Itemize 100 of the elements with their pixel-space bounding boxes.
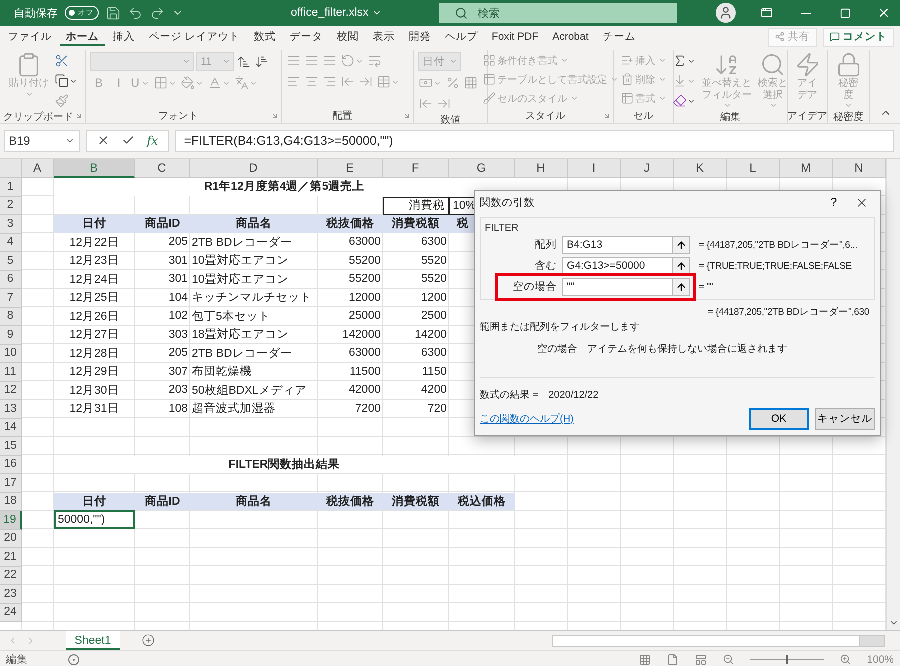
- column-header[interactable]: I: [568, 159, 621, 178]
- table-format-icon: [482, 73, 496, 86]
- collapse-dialog-button[interactable]: [672, 258, 689, 274]
- dialog-launcher-icon[interactable]: [403, 112, 411, 120]
- menu-tab[interactable]: ヘルプ: [438, 28, 484, 46]
- column-header[interactable]: D: [190, 159, 318, 178]
- insert-function-button[interactable]: fx: [147, 134, 158, 148]
- search-icon: [454, 6, 468, 20]
- formula-field[interactable]: =FILTER(B4:G13,G4:G13>=50000,""): [175, 130, 894, 152]
- paintbrush-icon: [55, 94, 69, 108]
- sheet-cell-text: 6300: [420, 346, 448, 362]
- sheet-cell-text: 12月30日: [68, 384, 120, 399]
- comment-button[interactable]: コメント: [823, 28, 894, 46]
- dialog-button[interactable]: キャンセル: [815, 408, 875, 430]
- menu-tab[interactable]: Acrobat: [546, 29, 595, 45]
- wrap-text-icon: [368, 54, 382, 68]
- undo-icon[interactable]: [128, 6, 143, 20]
- horizontal-scrollbar[interactable]: [552, 634, 885, 646]
- row-header[interactable]: 18: [0, 492, 22, 511]
- argument-field[interactable]: "": [562, 278, 690, 296]
- zoom-out-icon[interactable]: [723, 654, 734, 665]
- zoom-thumb[interactable]: [786, 655, 788, 664]
- row-header[interactable]: 16: [0, 456, 22, 474]
- row-header[interactable]: 24: [0, 604, 22, 622]
- row-header[interactable]: 14: [0, 418, 22, 437]
- maximize-icon: [840, 8, 850, 18]
- file-name[interactable]: office_filter.xlsx: [291, 7, 382, 19]
- menu-tab[interactable]: 数式: [248, 28, 282, 46]
- column-header[interactable]: K: [674, 159, 727, 178]
- vertical-scrollbar[interactable]: [886, 159, 900, 630]
- dialog-launcher-icon[interactable]: [271, 112, 279, 120]
- help-button[interactable]: ?: [819, 197, 849, 209]
- row-header[interactable]: 9: [0, 326, 22, 344]
- column-header[interactable]: E: [318, 159, 383, 178]
- add-sheet-button[interactable]: [142, 634, 155, 647]
- column-header[interactable]: A: [22, 159, 54, 178]
- name-box[interactable]: B19: [4, 130, 80, 152]
- menu-tab[interactable]: 開発: [402, 28, 437, 46]
- sheet-cell-text: 307: [168, 364, 189, 380]
- active-cell[interactable]: 50000,""): [54, 510, 135, 529]
- row-header[interactable]: 22: [0, 566, 22, 585]
- page-break-view-button[interactable]: [695, 654, 708, 666]
- column-header[interactable]: B: [54, 159, 135, 178]
- sigma-icon: [673, 54, 687, 68]
- ribbon-icon-button[interactable]: [54, 72, 79, 90]
- redo-icon[interactable]: [150, 6, 165, 20]
- argument-field[interactable]: B4:G13: [562, 236, 690, 254]
- menu-tab[interactable]: 挿入: [107, 28, 141, 46]
- macro-record-icon[interactable]: [68, 654, 80, 666]
- search-field[interactable]: 検索: [438, 3, 677, 23]
- row-header[interactable]: 8: [0, 308, 22, 326]
- row-header[interactable]: 3: [0, 215, 22, 234]
- row-header[interactable]: 20: [0, 530, 22, 548]
- menu-tab[interactable]: ページ レイアウト: [143, 28, 246, 46]
- sheet-cell-text: 5520: [420, 254, 448, 269]
- row-header[interactable]: 10: [0, 344, 22, 363]
- row-header[interactable]: 23: [0, 585, 22, 604]
- column-header[interactable]: C: [135, 159, 190, 178]
- menu-tab[interactable]: 表示: [366, 28, 401, 46]
- menu-tab[interactable]: ホーム: [60, 28, 105, 46]
- row-header[interactable]: 15: [0, 437, 22, 456]
- row-header[interactable]: 21: [0, 548, 22, 566]
- page-layout-view-button[interactable]: [667, 654, 680, 666]
- dialog-launcher-icon[interactable]: [603, 112, 611, 120]
- help-link[interactable]: この関数のヘルプ(H): [480, 412, 574, 426]
- zoom-in-icon[interactable]: [840, 654, 852, 665]
- row-header[interactable]: 2: [0, 196, 22, 215]
- collapse-dialog-button[interactable]: [672, 237, 689, 253]
- row-header[interactable]: 17: [0, 474, 22, 492]
- row-header[interactable]: 1: [0, 178, 22, 196]
- sheet-tab[interactable]: Sheet1: [66, 631, 120, 650]
- column-header[interactable]: N: [833, 159, 886, 178]
- cancel-icon[interactable]: [97, 134, 110, 147]
- menu-tab[interactable]: 校閲: [330, 28, 365, 46]
- column-header[interactable]: G: [449, 159, 515, 178]
- row-header[interactable]: 6: [0, 270, 22, 289]
- column-header[interactable]: H: [515, 159, 568, 178]
- dialog-launcher-icon[interactable]: [75, 112, 83, 120]
- menu-tab[interactable]: チーム: [596, 28, 642, 46]
- menu-tab[interactable]: Foxit PDF: [486, 29, 545, 45]
- row-header[interactable]: 4: [0, 234, 22, 252]
- normal-view-button[interactable]: [639, 654, 652, 666]
- column-header[interactable]: J: [621, 159, 674, 178]
- row-header[interactable]: 12: [0, 382, 22, 400]
- dialog-button[interactable]: OK: [749, 408, 809, 430]
- column-header[interactable]: F: [383, 159, 449, 178]
- row-header[interactable]: 11: [0, 363, 22, 382]
- select-all-corner[interactable]: [0, 159, 22, 178]
- menu-tab[interactable]: データ: [284, 28, 329, 46]
- row-header[interactable]: 13: [0, 400, 22, 418]
- menu-tab[interactable]: ファイル: [2, 28, 58, 46]
- column-header[interactable]: M: [780, 159, 833, 178]
- row-header[interactable]: 7: [0, 289, 22, 308]
- avatar[interactable]: [716, 3, 736, 23]
- column-header[interactable]: L: [727, 159, 780, 178]
- collapse-dialog-button[interactable]: [672, 279, 689, 295]
- currency-icon: [419, 76, 433, 90]
- row-header[interactable]: 19: [0, 511, 22, 530]
- row-header[interactable]: 5: [0, 252, 22, 270]
- save-icon[interactable]: [106, 6, 121, 20]
